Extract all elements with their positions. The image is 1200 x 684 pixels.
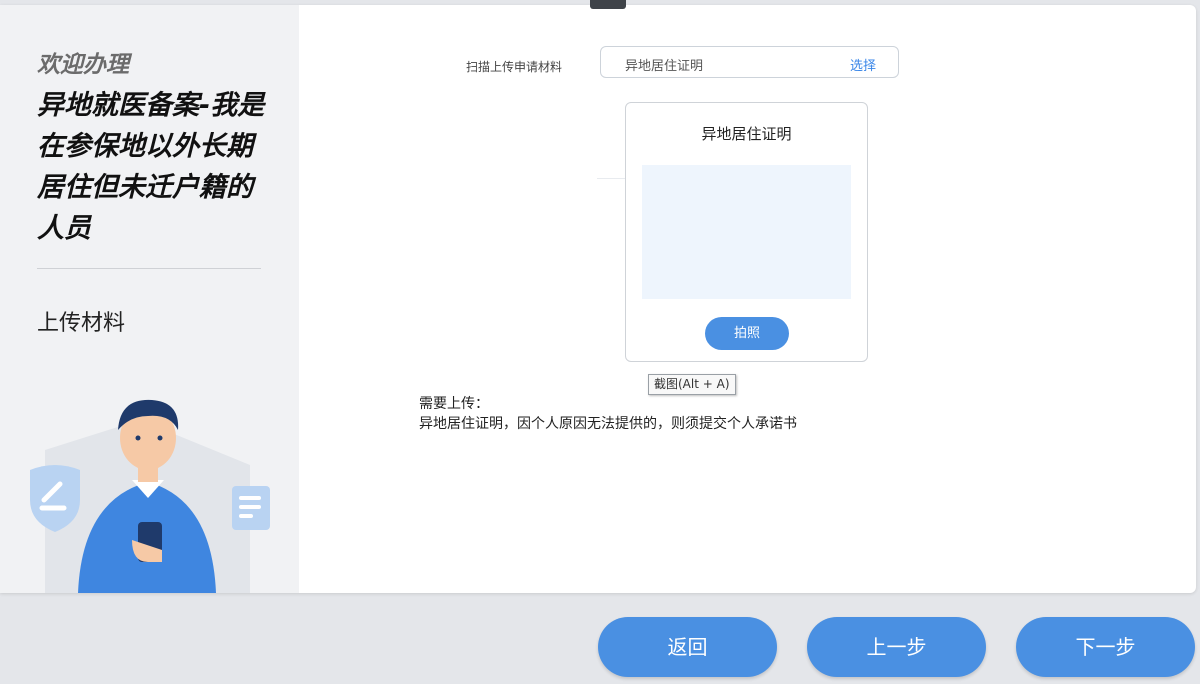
selected-material: 异地居住证明 — [625, 59, 704, 74]
divider — [597, 178, 625, 179]
divider — [37, 268, 261, 269]
previous-step-button[interactable]: 上一步 — [807, 617, 986, 677]
requirements-text: 异地居住证明，因个人原因无法提供的，则须提交个人承诺书 — [419, 416, 797, 432]
next-step-button[interactable]: 下一步 — [1016, 617, 1195, 677]
back-button[interactable]: 返回 — [598, 617, 777, 677]
photo-upload-card: 异地居住证明 拍照 — [625, 102, 868, 362]
material-select-field[interactable]: 异地居住证明 选择 — [600, 46, 899, 78]
left-panel: 欢迎办理 异地就医备案-我是在参保地以外长期居住但未迁户籍的人员 上传材料 — [0, 5, 299, 593]
service-title: 异地就医备案-我是在参保地以外长期居住但未迁户籍的人员 — [37, 90, 265, 244]
screenshot-tooltip: 截图(Alt + A) — [648, 374, 736, 395]
top-handle — [590, 0, 626, 9]
upload-materials-label: 扫描上传申请材料 — [466, 60, 563, 74]
photo-preview-area — [642, 165, 851, 299]
select-button[interactable]: 选择 — [850, 55, 876, 74]
take-photo-button[interactable]: 拍照 — [705, 317, 789, 350]
main-card: 欢迎办理 异地就医备案-我是在参保地以外长期居住但未迁户籍的人员 上传材料 扫描… — [0, 5, 1196, 593]
document-icon — [232, 486, 270, 530]
person-with-phone-illustration — [30, 399, 270, 593]
photo-card-title: 异地居住证明 — [701, 125, 792, 143]
requirements-title: 需要上传： — [419, 396, 489, 412]
current-step-label: 上传材料 — [37, 311, 126, 336]
welcome-heading: 欢迎办理 — [37, 52, 129, 78]
